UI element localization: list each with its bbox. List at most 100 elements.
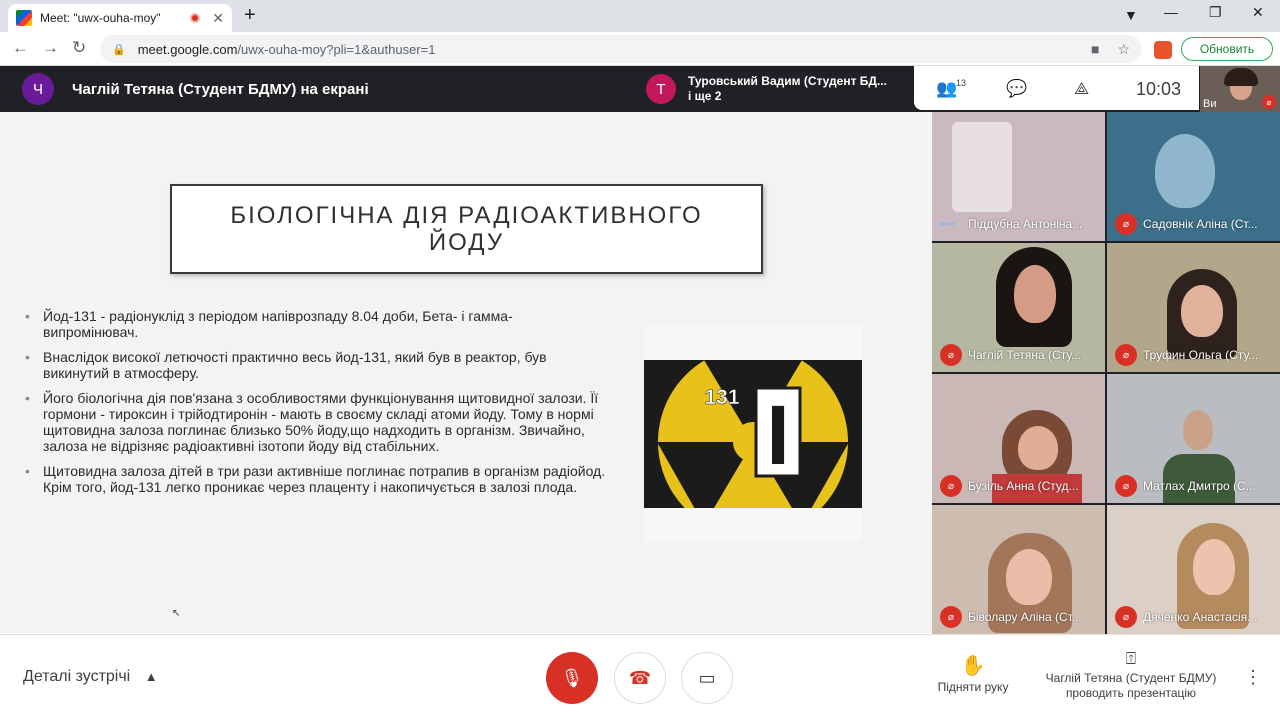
meeting-details-label: Деталі зустрічі — [23, 668, 131, 685]
lock-icon: 🔒 — [112, 43, 126, 56]
meeting-details-button[interactable]: Деталі зустрічі ▲ — [23, 668, 158, 686]
mic-off-icon: ⌀ — [940, 606, 962, 628]
raise-hand-button[interactable]: ✋ Підняти руку — [928, 653, 1018, 694]
self-view-tile[interactable]: Ви ⌀ — [1200, 66, 1280, 112]
participant-tile[interactable]: ⌀ Бузіль Анна (Студ... — [932, 374, 1105, 503]
presenter-avatar: Ч — [22, 73, 54, 105]
participant-grid: ••• Піддубна Антоніна... ⌀ Садовнік Алін… — [932, 112, 1280, 634]
window-close-icon[interactable]: ✕ — [1252, 4, 1264, 21]
camera-toggle-button[interactable]: ▭ — [681, 652, 733, 704]
presenter-banner: Ч Чаглій Тетяна (Студент БДМУ) на екрані — [22, 73, 369, 105]
participant-face — [1014, 265, 1056, 323]
participant-name: Чаглій Тетяна (Сту... — [968, 348, 1082, 362]
participant-name: Дяченко Анастасія... — [1143, 610, 1258, 624]
slide-bullets: Йод-131 - радіонуклід з періодом напівро… — [25, 308, 607, 504]
meeting-controls-bar: Деталі зустрічі ▲ 🎙 ☎ ▭ ✋ Підняти руку ⍐… — [0, 634, 1280, 719]
participant-tile[interactable]: ⌀ Біволару Аліна (Ст... — [932, 505, 1105, 634]
browser-tab-strip: Meet: "uwx-ouha-moy" ✕ + ▼ — ❐ ✕ — [0, 0, 1280, 32]
meeting-info-panel: 👥 13 💬 ⟁ 10:03 — [914, 66, 1199, 110]
mouse-cursor-icon: ↖ — [172, 608, 181, 619]
notification-line-2: і ще 2 — [688, 89, 722, 103]
new-tab-button[interactable]: + — [244, 4, 256, 27]
tile-background — [952, 122, 1012, 212]
tab-search-icon[interactable]: ▼ — [1124, 7, 1138, 23]
url-host: meet.google.com — [137, 41, 238, 57]
more-options-icon[interactable]: ⋮ — [1244, 667, 1262, 688]
participant-face — [1006, 549, 1052, 605]
participant-face — [1193, 539, 1235, 595]
participant-tile[interactable]: ⌀ Чаглій Тетяна (Сту... — [932, 243, 1105, 372]
minimize-icon[interactable]: — — [1164, 4, 1178, 20]
participant-name: Бузіль Анна (Студ... — [968, 479, 1079, 493]
forward-arrow-icon[interactable]: → — [42, 38, 59, 58]
browser-toolbar: ← → ↻ 🔒 meet.google.com /uwx-ouha-moy?pl… — [0, 32, 1280, 66]
participant-name: Біволару Аліна (Ст... — [968, 610, 1082, 624]
participant-face — [1183, 410, 1213, 450]
raise-hand-label: Підняти руку — [937, 680, 1009, 694]
update-browser-button[interactable]: Обновить — [1181, 37, 1273, 61]
participant-face — [1181, 285, 1223, 337]
participant-count: 13 — [956, 78, 967, 88]
presenting-line-1: Чаглій Тетяна (Студент БДМУ) — [1045, 671, 1217, 685]
mic-off-icon: ⌀ — [1115, 475, 1137, 497]
leave-call-button[interactable]: ☎ — [614, 652, 666, 704]
notification-line-1: Туровський Вадим (Студент БД... — [688, 74, 887, 88]
slide-title-box: БІОЛОГІЧНА ДІЯ РАДІОАКТИВНОГО ЙОДУ — [170, 184, 763, 274]
back-arrow-icon[interactable]: ← — [12, 38, 29, 58]
radiation-symbol-icon: I 131 — [644, 360, 862, 508]
slide-title: БІОЛОГІЧНА ДІЯ РАДІОАКТИВНОГО ЙОДУ — [230, 202, 703, 256]
slide-bullet: Йод-131 - радіонуклід з періодом напівро… — [25, 308, 607, 340]
iodine-131-image: I 131 — [644, 326, 862, 542]
hand-icon: ✋ — [960, 655, 986, 677]
video-camera-icon: ▭ — [698, 667, 716, 688]
camera-indicator-icon[interactable]: ■ — [1091, 41, 1099, 58]
notification-text: Туровський Вадим (Студент БД... і ще 2 — [688, 74, 908, 104]
participant-name: Садовнік Аліна (Ст... — [1143, 217, 1258, 231]
url-path: /uwx-ouha-moy?pli=1&authuser=1 — [237, 41, 436, 57]
people-icon[interactable]: 👥 — [936, 79, 957, 99]
self-mic-off-icon: ⌀ — [1262, 95, 1276, 109]
mic-off-icon: ⌀ — [940, 475, 962, 497]
browser-tab[interactable]: Meet: "uwx-ouha-moy" ✕ — [8, 4, 232, 32]
presenter-name: Чаглій Тетяна (Студент БДМУ) на екрані — [72, 80, 369, 98]
microphone-toggle-button[interactable]: 🎙 — [546, 652, 598, 704]
mic-off-icon: ⌀ — [940, 344, 962, 366]
meeting-clock: 10:03 — [1136, 79, 1182, 99]
participant-name: Матлах Дмитро (С... — [1143, 479, 1256, 493]
mic-off-icon: 🎙 — [560, 667, 584, 688]
participant-face — [1155, 134, 1215, 208]
presentation-stage: БІОЛОГІЧНА ДІЯ РАДІОАКТИВНОГО ЙОДУ Йод-1… — [0, 112, 932, 633]
participant-tile[interactable]: ⌀ Труфин Ольга (Сту... — [1107, 243, 1280, 372]
notification-avatar: Т — [646, 74, 676, 104]
participant-name: Труфин Ольга (Сту... — [1143, 348, 1259, 362]
chat-icon[interactable]: 💬 — [1006, 79, 1027, 99]
restore-icon[interactable]: ❐ — [1209, 4, 1222, 21]
speaking-indicator-icon: ••• — [940, 217, 956, 231]
image-number: 131 — [704, 386, 739, 409]
participant-tile[interactable]: ⌀ Дяченко Анастасія... — [1107, 505, 1280, 634]
mic-off-icon: ⌀ — [1115, 606, 1137, 628]
activities-icon[interactable]: ⟁ — [1074, 79, 1089, 99]
participant-face — [1018, 426, 1058, 470]
participant-tile[interactable]: ⌀ Матлах Дмитро (С... — [1107, 374, 1280, 503]
mic-off-icon: ⌀ — [1115, 213, 1137, 235]
tab-close-icon[interactable]: ✕ — [212, 10, 224, 27]
hang-up-icon: ☎ — [628, 667, 652, 688]
slide-bullet: Внаслідок високої летючості практично ве… — [25, 349, 607, 381]
extension-icon[interactable] — [1154, 41, 1172, 59]
participant-name: Піддубна Антоніна... — [968, 217, 1083, 231]
address-bar[interactable]: 🔒 meet.google.com /uwx-ouha-moy?pli=1&au… — [100, 35, 1142, 63]
participant-tile[interactable]: ⌀ Садовнік Аліна (Ст... — [1107, 112, 1280, 241]
present-screen-icon: ⍐ — [1125, 649, 1137, 668]
chevron-up-icon: ▲ — [144, 669, 158, 684]
google-meet-favicon-icon — [16, 10, 32, 26]
reload-icon[interactable]: ↻ — [72, 38, 86, 58]
presenting-line-2: проводить презентацію — [1065, 686, 1197, 700]
participant-tile[interactable]: ••• Піддубна Антоніна... — [932, 112, 1105, 241]
slide-bullet: Щитовидна залоза дітей в три рази активн… — [25, 463, 607, 495]
slide-bullet: Його біологічна дія пов'язана з особливо… — [25, 390, 607, 454]
self-label: Ви — [1203, 98, 1217, 110]
join-notification[interactable]: Т Туровський Вадим (Студент БД... і ще 2 — [638, 66, 914, 112]
bookmark-star-icon[interactable]: ☆ — [1117, 41, 1130, 58]
presentation-status-button[interactable]: ⍐ Чаглій Тетяна (Студент БДМУ) проводить… — [1036, 649, 1226, 701]
